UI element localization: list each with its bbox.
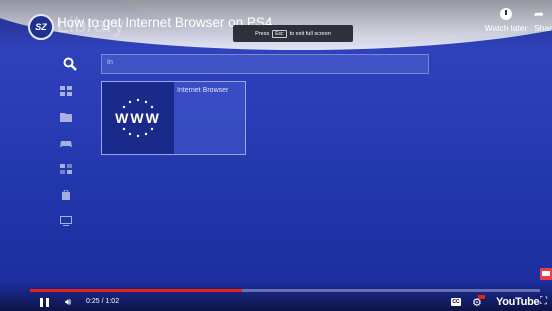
hint-suffix: to exit full screen	[289, 30, 331, 37]
hd-badge	[478, 295, 485, 299]
internet-browser-tile[interactable]: WWW Internet Browser	[101, 81, 246, 155]
volume-icon[interactable]: 🔊︎	[65, 297, 71, 308]
hint-press: Press	[255, 30, 270, 37]
watch-later-button[interactable]: Watch later	[482, 8, 530, 33]
player-controls	[0, 282, 552, 311]
youtube-logo[interactable]: YouTube	[496, 296, 540, 308]
monitor-icon[interactable]	[60, 216, 72, 226]
store-bag-icon[interactable]	[60, 189, 72, 200]
esc-key-icon: Esc	[272, 29, 287, 38]
video-frame[interactable]: SZ Library How to get Internet Browser o…	[0, 0, 552, 311]
folder-icon[interactable]	[60, 112, 72, 122]
ps4-sidebar	[60, 86, 88, 242]
fullscreen-hint: Press Esc to exit full screen	[233, 25, 353, 42]
pause-button[interactable]	[40, 298, 50, 307]
www-icon: WWW	[102, 82, 174, 154]
progress-played	[30, 289, 242, 292]
share-button[interactable]: ➦ Share	[534, 8, 552, 33]
share-arrow-icon: ➦	[534, 7, 545, 21]
progress-bar[interactable]	[30, 289, 540, 292]
tv-video-icon[interactable]	[60, 164, 72, 174]
fullscreen-exit-icon[interactable]: ⛶	[540, 296, 547, 307]
end-card-icon[interactable]	[540, 268, 552, 280]
gamepad-icon[interactable]	[60, 138, 72, 148]
captions-button[interactable]: CC	[451, 298, 461, 306]
search-icon[interactable]	[63, 57, 77, 71]
channel-logo[interactable]: SZ	[28, 14, 54, 40]
www-text: WWW	[115, 110, 161, 126]
share-label: Share	[534, 23, 552, 33]
apps-grid-icon[interactable]	[60, 86, 72, 96]
search-input-value: In	[107, 59, 113, 66]
clock-icon	[500, 8, 512, 20]
watch-later-label: Watch later	[484, 23, 528, 33]
time-display: 0:25 / 1:02	[86, 298, 120, 305]
tile-label: Internet Browser	[177, 87, 229, 94]
search-input[interactable]: In	[101, 54, 429, 74]
